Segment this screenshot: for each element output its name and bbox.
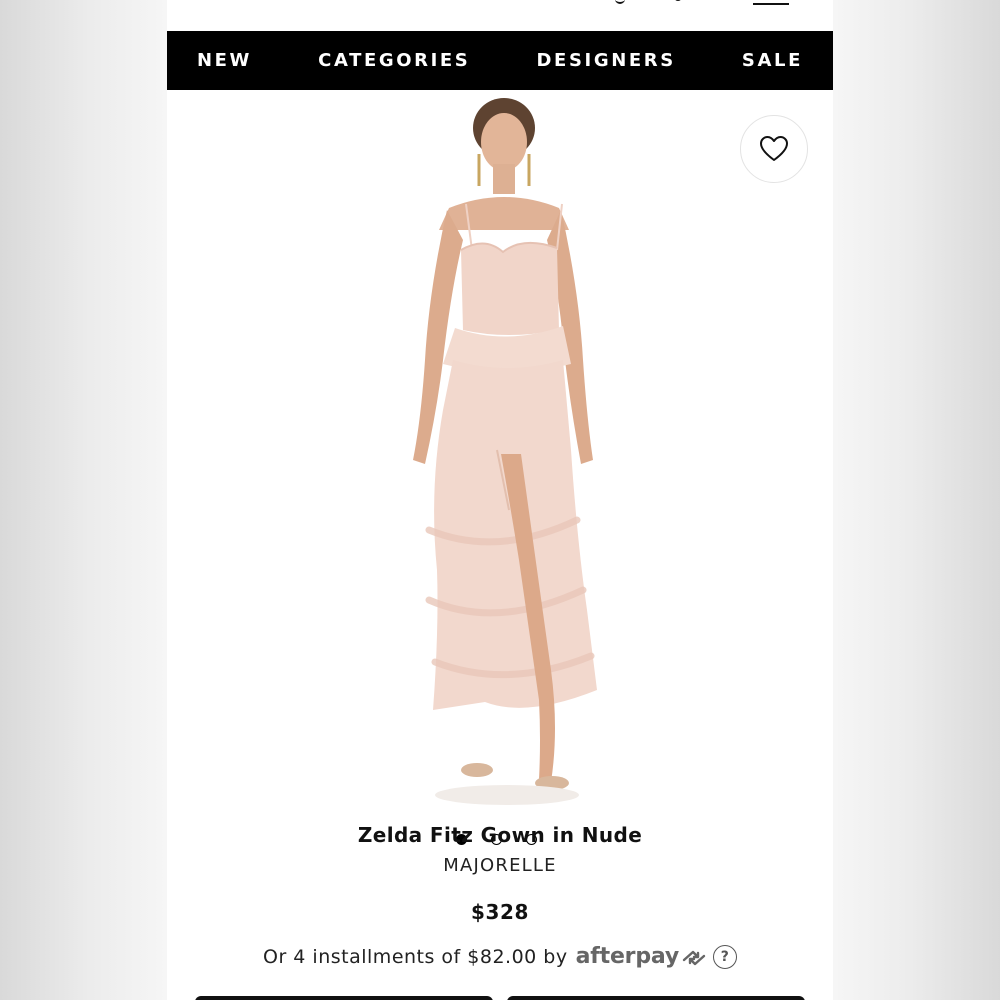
product-gallery[interactable] bbox=[167, 90, 833, 845]
product-image[interactable] bbox=[167, 90, 833, 810]
secondary-action-button[interactable] bbox=[507, 996, 805, 1000]
main-nav: NEW CATEGORIES DESIGNERS SALE bbox=[167, 31, 833, 90]
search-icon[interactable] bbox=[615, 0, 625, 4]
product-page: NEW CATEGORIES DESIGNERS SALE Zelda Fitz… bbox=[167, 0, 833, 1000]
add-to-bag-button[interactable] bbox=[195, 996, 493, 1000]
product-price: $328 bbox=[470, 900, 530, 924]
favorite-button[interactable] bbox=[740, 115, 808, 183]
afterpay-arrows-icon bbox=[682, 950, 706, 965]
account-icon[interactable] bbox=[674, 0, 682, 1]
product-name: Zelda Fitz Gown in Nude bbox=[357, 823, 643, 847]
brand-name[interactable]: MAJORELLE bbox=[167, 855, 833, 876]
question-icon[interactable]: ? bbox=[713, 944, 737, 969]
nav-item-sale[interactable]: SALE bbox=[742, 50, 803, 71]
nav-item-new[interactable]: NEW bbox=[197, 50, 252, 71]
nav-item-categories[interactable]: CATEGORIES bbox=[318, 50, 470, 71]
heart-icon bbox=[760, 136, 788, 161]
afterpay-logo: afterpay bbox=[575, 944, 680, 969]
nav-item-designers[interactable]: DESIGNERS bbox=[537, 50, 676, 71]
menu-icon[interactable] bbox=[753, 0, 789, 5]
product-info: Zelda Fitz Gown in Nude MAJORELLE $328 bbox=[167, 818, 833, 924]
installments-text: Or 4 installments of $82.00 by bbox=[263, 945, 568, 968]
status-bar-edge bbox=[167, 0, 833, 31]
afterpay-installments: Or 4 installments of $82.00 by afterpay … bbox=[167, 944, 833, 969]
